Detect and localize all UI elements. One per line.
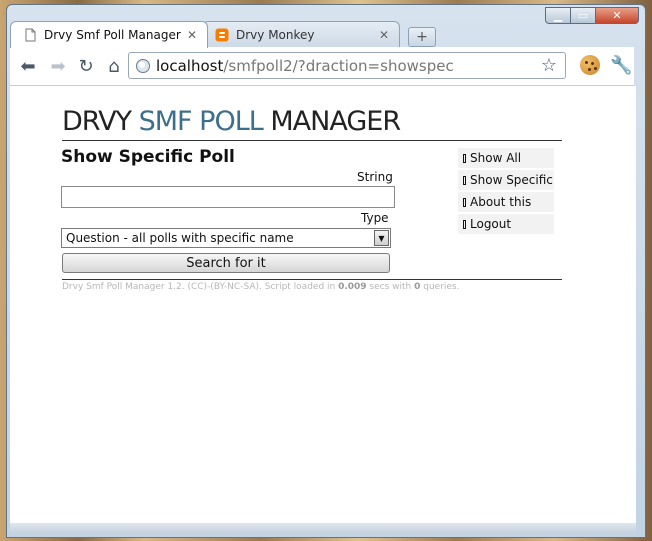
logo-text-manager: MANAGER xyxy=(262,106,401,137)
footer-divider xyxy=(62,279,562,280)
menu-bullet-icon xyxy=(463,153,466,163)
menu-bullet-icon xyxy=(463,197,466,207)
type-selected-value: Question - all polls with specific name xyxy=(66,231,294,245)
dropdown-arrow-icon[interactable]: ▼ xyxy=(374,230,389,246)
page-footer: Drvy Smf Poll Manager 1.2. (CC)-(BY-NC-S… xyxy=(62,282,459,292)
sidebar-item-show-all[interactable]: Show All xyxy=(458,148,554,168)
tab-title: Drvy Monkey xyxy=(236,28,315,42)
string-input[interactable] xyxy=(61,186,395,208)
blogger-icon xyxy=(215,28,229,42)
globe-icon xyxy=(136,58,150,73)
sidebar-item-about[interactable]: About this xyxy=(458,192,554,212)
search-button[interactable]: Search for it xyxy=(62,253,390,273)
sidebar-item-label: Logout xyxy=(470,217,512,231)
home-icon[interactable]: ⌂ xyxy=(102,54,126,78)
bookmark-star-icon[interactable]: ☆ xyxy=(541,55,557,76)
page-title: Show Specific Poll xyxy=(61,147,235,167)
footer-middle: secs with xyxy=(366,282,415,292)
reload-icon[interactable]: ↻ xyxy=(74,54,98,78)
url-host: localhost xyxy=(156,56,224,75)
sidebar-item-label: About this xyxy=(470,195,532,209)
type-label: Type xyxy=(361,211,389,225)
menu-bullet-icon xyxy=(463,219,466,229)
tab-title: Drvy Smf Poll Manager [1... xyxy=(44,28,181,42)
sidebar-menu: Show All Show Specific About this Logout xyxy=(458,148,554,236)
site-header: DRVY SMF POLL MANAGER xyxy=(62,104,562,141)
close-icon[interactable]: ✕ xyxy=(187,28,197,42)
footer-suffix: queries. xyxy=(420,282,460,292)
string-label: String xyxy=(357,170,393,184)
wrench-icon[interactable]: 🔧 xyxy=(610,55,632,76)
tab-poll-manager[interactable]: Drvy Smf Poll Manager [1... ✕ xyxy=(10,21,208,48)
address-bar[interactable]: localhost/smfpoll2/?draction=showspec ☆ xyxy=(128,52,566,79)
forward-icon[interactable]: ➡ xyxy=(46,54,70,78)
url-path: /smfpoll2/?draction=showspec xyxy=(223,56,454,75)
sidebar-item-logout[interactable]: Logout xyxy=(458,214,554,234)
back-icon[interactable]: ⬅ xyxy=(16,54,40,78)
page-icon xyxy=(25,28,36,42)
footer-load-time: 0.009 xyxy=(338,282,367,292)
sidebar-item-label: Show Specific xyxy=(470,173,553,187)
site-logo[interactable]: DRVY SMF POLL MANAGER xyxy=(62,104,562,140)
tab-strip: Drvy Smf Poll Manager [1... ✕ Drvy Monke… xyxy=(10,21,610,48)
new-tab-button[interactable]: + xyxy=(408,27,436,47)
window-bottom-edge xyxy=(10,523,636,533)
type-select[interactable]: Question - all polls with specific name … xyxy=(61,228,391,248)
sidebar-item-show-specific[interactable]: Show Specific xyxy=(458,170,554,190)
footer-prefix: Drvy Smf Poll Manager 1.2. (CC)-(BY-NC-S… xyxy=(62,282,339,292)
sidebar-item-label: Show All xyxy=(470,151,522,165)
close-icon[interactable]: ✕ xyxy=(379,28,389,42)
logo-text-smf-poll: SMF POLL xyxy=(138,106,264,137)
browser-toolbar: ⬅ ➡ ↻ ⌂ localhost/smfpoll2/?draction=sho… xyxy=(10,47,634,86)
tab-drvy-monkey[interactable]: Drvy Monkey ✕ xyxy=(202,21,400,48)
cookie-icon[interactable] xyxy=(580,55,600,75)
logo-text-drvy: DRVY xyxy=(62,106,139,137)
menu-bullet-icon xyxy=(463,175,466,185)
